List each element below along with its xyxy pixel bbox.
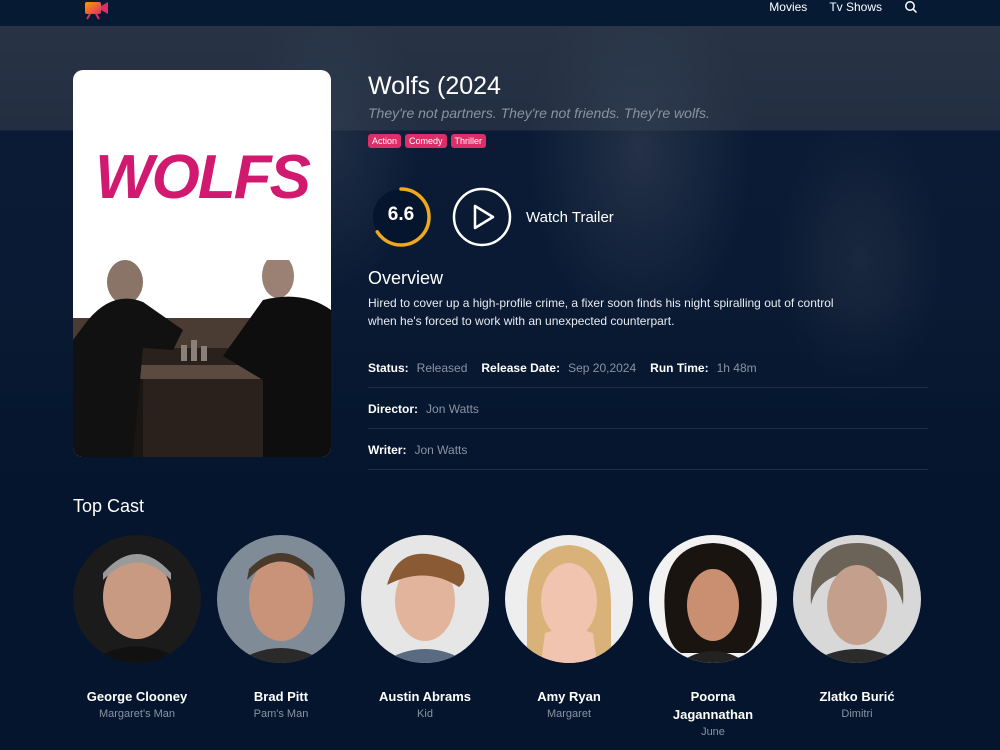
cast-character: Dimitri xyxy=(841,708,873,720)
director-value: Jon Watts xyxy=(426,401,479,416)
info-row-director: Director: Jon Watts xyxy=(368,389,928,429)
cast-character: Margaret's Man xyxy=(98,708,176,720)
cast-avatar xyxy=(649,535,777,663)
cast-avatar xyxy=(73,535,201,663)
release-date-label: Release Date: xyxy=(481,360,561,375)
nav-menu: Movies Tv Shows xyxy=(769,0,918,14)
cast-card[interactable]: Amy Ryan Margaret xyxy=(505,535,633,740)
cast-name: Poorna Jagannathan xyxy=(672,689,754,722)
status-value: Released xyxy=(416,360,468,375)
runtime-label: Run Time: xyxy=(650,360,709,375)
genre-list: Action Comedy Thriller xyxy=(368,134,487,148)
cast-avatar xyxy=(217,535,345,663)
overview-heading: Overview xyxy=(368,268,444,288)
cast-name: Zlatko Burić xyxy=(819,689,895,704)
search-icon[interactable] xyxy=(904,0,918,14)
director-label: Director: xyxy=(368,401,419,416)
runtime-value: 1h 48m xyxy=(716,360,757,375)
movie-tagline: They're not partners. They're not friend… xyxy=(368,105,710,121)
cast-card[interactable]: Poorna Jagannathan June xyxy=(649,535,777,740)
top-cast-heading: Top Cast xyxy=(73,496,145,516)
writer-value: Jon Watts xyxy=(414,442,468,457)
top-navbar: Movies Tv Shows xyxy=(0,0,1000,26)
cast-character: Pam's Man xyxy=(253,708,309,720)
play-icon[interactable] xyxy=(452,187,512,247)
poster-scene-image xyxy=(73,260,331,457)
genre-tag[interactable]: Thriller xyxy=(450,134,487,148)
cast-character: June xyxy=(701,726,725,738)
nav-tv-shows-link[interactable]: Tv Shows xyxy=(829,0,882,14)
info-row-writer: Writer: Jon Watts xyxy=(368,430,928,470)
cast-name: Brad Pitt xyxy=(253,689,309,704)
cast-character: Kid xyxy=(417,708,433,720)
genre-tag[interactable]: Action xyxy=(368,134,402,148)
watch-trailer-button[interactable]: Watch Trailer xyxy=(452,187,614,247)
release-date-value: Sep 20,2024 xyxy=(568,360,637,375)
logo-icon[interactable] xyxy=(82,0,110,20)
cast-name: George Clooney xyxy=(86,689,188,704)
overview-text: Hired to cover up a high-profile crime, … xyxy=(368,296,834,328)
cast-avatar xyxy=(361,535,489,663)
cast-list: George Clooney Margaret's Man Brad Pitt … xyxy=(73,535,921,740)
cast-card[interactable]: Zlatko Burić Dimitri xyxy=(793,535,921,740)
writer-label: Writer: xyxy=(368,442,407,457)
cast-card[interactable]: Brad Pitt Pam's Man xyxy=(217,535,345,740)
cast-avatar xyxy=(793,535,921,663)
cast-name: Austin Abrams xyxy=(379,689,471,704)
rating-value: 6.6 xyxy=(387,204,415,225)
status-label: Status: xyxy=(368,360,409,375)
movie-title: Wolfs (2024 xyxy=(368,72,501,100)
cast-card[interactable]: George Clooney Margaret's Man xyxy=(73,535,201,740)
poster-title: WOLFS xyxy=(95,143,311,212)
cast-character: Margaret xyxy=(546,708,592,720)
info-row-status: Status: Released Release Date: Sep 20,20… xyxy=(368,348,928,388)
movie-poster: WOLFS xyxy=(73,70,331,457)
cast-name: Amy Ryan xyxy=(537,689,601,704)
genre-tag[interactable]: Comedy xyxy=(405,134,447,148)
watch-trailer-label[interactable]: Watch Trailer xyxy=(526,209,614,226)
cast-avatar xyxy=(505,535,633,663)
nav-movies-link[interactable]: Movies xyxy=(769,0,807,14)
cast-card[interactable]: Austin Abrams Kid xyxy=(361,535,489,740)
